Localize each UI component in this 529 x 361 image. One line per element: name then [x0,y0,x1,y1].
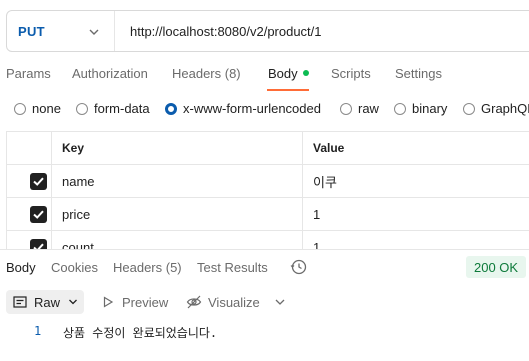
body-type-options: none form-data x-www-form-urlencoded raw… [0,101,529,119]
chevron-down-icon [89,29,99,35]
body-modified-dot [302,70,309,76]
method-label: PUT [18,23,45,39]
header-checkbox-cell [7,132,52,164]
row-key[interactable]: count [52,231,303,249]
chevron-down-icon[interactable] [274,296,286,308]
column-header-key: Key [52,132,303,164]
row-value[interactable]: 1 [303,198,529,230]
response-tab-headers[interactable]: Headers (5) [113,260,182,275]
text-format-icon [13,296,27,308]
tab-settings[interactable]: Settings [395,66,442,81]
tab-body-label: Body [268,66,298,81]
chevron-down-icon [69,299,77,305]
radio-label: raw [358,101,379,116]
radio-label: binary [412,101,448,116]
response-body: 1 상품 수정이 완료되었습니다. [0,324,529,342]
request-url-bar: PUT http://localhost:8080/v2/product/1 [6,10,529,52]
table-header-row: Key Value [7,131,529,164]
play-icon [103,296,114,308]
request-tabs: Params Authorization Headers (8) Body Sc… [0,66,529,91]
column-header-value: Value [313,141,345,155]
method-selector[interactable]: PUT [7,11,115,51]
radio-raw[interactable]: raw [340,101,379,116]
response-panel: Body Cookies Headers (5) Test Results 20… [0,249,529,361]
status-badge: 200 OK [466,256,527,278]
preview-button[interactable]: Preview [102,290,168,314]
tab-headers[interactable]: Headers (8) [172,66,241,81]
format-dropdown[interactable]: Raw [6,290,84,314]
radio-circle [76,102,88,115]
tab-scripts[interactable]: Scripts [331,66,371,81]
row-checkbox[interactable] [30,206,47,223]
row-checkbox-cell [7,231,52,249]
radio-circle [463,102,475,115]
response-tabs: Body Cookies Headers (5) Test Results [0,260,529,278]
row-key[interactable]: name [52,165,303,197]
radio-binary[interactable]: binary [394,101,447,116]
radio-label: form-data [94,101,150,116]
checkmark-icon [33,177,44,186]
row-checkbox-cell [7,165,52,197]
row-checkbox[interactable] [30,239,47,249]
tab-authorization[interactable]: Authorization [72,66,148,81]
radio-circle [394,102,406,115]
format-label: Raw [34,294,61,310]
response-tab-test-results[interactable]: Test Results [197,260,268,275]
preview-label: Preview [122,294,169,310]
row-value[interactable]: 이쿠 [303,165,529,197]
visualize-label: Visualize [208,294,260,310]
tab-params[interactable]: Params [6,66,51,81]
checkmark-icon [33,210,44,219]
tab-body[interactable]: Body [268,66,309,81]
radio-form-data[interactable]: form-data [76,101,150,116]
radio-graphql[interactable]: GraphQL [463,101,529,116]
history-icon[interactable] [290,258,308,276]
visualize-button[interactable]: Visualize [186,290,260,314]
table-row: count 1 [7,230,529,249]
response-text: 상품 수정이 완료되었습니다. [63,326,218,340]
active-tab-underline [267,89,309,91]
table-row: price 1 [7,197,529,230]
line-number: 1 [34,324,42,338]
radio-circle-selected [165,102,177,115]
visualize-icon [186,295,202,309]
row-checkbox-cell [7,198,52,230]
response-tab-body[interactable]: Body [6,260,36,275]
radio-label: x-www-form-urlencoded [183,101,321,116]
radio-circle [14,102,26,115]
checkmark-icon [33,243,44,249]
row-checkbox[interactable] [30,173,47,190]
url-input[interactable]: http://localhost:8080/v2/product/1 [115,24,322,39]
row-key[interactable]: price [52,198,303,230]
response-tab-cookies[interactable]: Cookies [51,260,98,275]
body-params-table: Key Value name 이쿠 price 1 count 1 [6,131,529,249]
radio-label: GraphQL [481,101,529,116]
radio-label: none [32,101,61,116]
response-toolbar: Raw Preview Visualize [6,290,526,314]
table-row: name 이쿠 [7,164,529,197]
radio-none[interactable]: none [14,101,61,116]
radio-x-www-form-urlencoded[interactable]: x-www-form-urlencoded [165,101,321,116]
row-value[interactable]: 1 [303,231,529,250]
radio-circle [340,102,352,115]
